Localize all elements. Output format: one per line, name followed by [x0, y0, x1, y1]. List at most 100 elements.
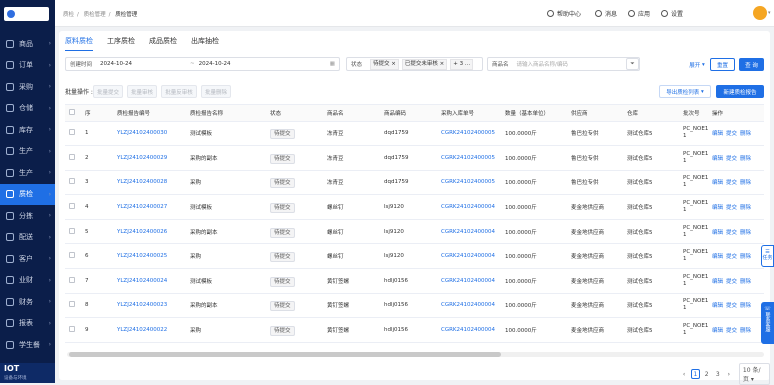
report-code-link[interactable]: YLZJ24102400027 — [113, 194, 186, 220]
sidebar-item[interactable]: 采购 › — [0, 76, 55, 98]
status-tag[interactable]: 已提交未审核 × — [401, 58, 448, 70]
batch-submit-button[interactable]: 批量提交 — [93, 85, 123, 98]
product-search-input[interactable]: 请输入商品名称/编码 — [517, 60, 568, 68]
submit-button[interactable]: 提交 — [726, 303, 737, 309]
edit-button[interactable]: 编辑 — [712, 156, 723, 162]
create-report-button[interactable]: 新建质检报告 — [716, 85, 764, 98]
page-button[interactable]: 2 — [703, 369, 711, 379]
purchase-order-link[interactable]: CGRK24102400004 — [437, 194, 501, 220]
row-checkbox[interactable] — [69, 203, 75, 210]
scrollbar-thumb[interactable] — [69, 352, 501, 357]
delete-button[interactable]: 删除 — [740, 303, 751, 309]
edit-button[interactable]: 编辑 — [712, 279, 723, 285]
sidebar-item[interactable]: 学生餐 › — [0, 334, 55, 356]
batch-reverse-button[interactable]: 批量反审核 — [161, 85, 197, 98]
sidebar-item[interactable]: 商品 › — [0, 33, 55, 55]
messages-button[interactable]: 消息 — [595, 9, 617, 18]
sidebar-item[interactable]: 订单 › — [0, 55, 55, 77]
submit-button[interactable]: 提交 — [726, 131, 737, 137]
export-button[interactable]: 导出质检列表 ▾ — [659, 85, 711, 98]
sidebar-item[interactable]: 质检 › — [0, 183, 55, 205]
sidebar-footer[interactable]: IOT 设备与环境 — [0, 363, 55, 383]
apps-button[interactable]: 应用 — [628, 9, 650, 18]
row-checkbox[interactable] — [69, 178, 75, 185]
status-tag[interactable]: 待提交 × — [370, 58, 399, 70]
status-filter[interactable]: 状态 待提交 × 已提交未审核 × + 3 ... — [346, 57, 483, 71]
purchase-order-link[interactable]: CGRK24102400004 — [437, 243, 501, 270]
settings-button[interactable]: 设置 — [661, 9, 683, 18]
row-checkbox-cell[interactable] — [65, 293, 81, 319]
report-code-link[interactable]: YLZJ24102400029 — [113, 145, 186, 171]
delete-button[interactable]: 删除 — [740, 328, 751, 334]
search-button[interactable]: 查 询 — [739, 58, 764, 71]
batch-delete-button[interactable]: 批量删除 — [201, 85, 231, 98]
delete-button[interactable]: 删除 — [740, 254, 751, 260]
horizontal-scrollbar[interactable] — [67, 352, 764, 357]
date-end[interactable]: 2024-10-24 — [199, 61, 231, 67]
row-checkbox-cell[interactable] — [65, 268, 81, 294]
breadcrumb-item[interactable]: 质检管理 — [84, 12, 106, 18]
edit-button[interactable]: 编辑 — [712, 205, 723, 211]
row-checkbox[interactable] — [69, 252, 75, 259]
delete-button[interactable]: 删除 — [740, 156, 751, 162]
submit-button[interactable]: 提交 — [726, 230, 737, 236]
report-code-link[interactable]: YLZJ24102400025 — [113, 243, 186, 270]
row-checkbox-cell[interactable] — [65, 145, 81, 171]
chevron-down-icon[interactable]: ▾ — [768, 10, 771, 16]
report-code-link[interactable]: YLZJ24102400022 — [113, 317, 186, 343]
delete-button[interactable]: 删除 — [740, 205, 751, 211]
purchase-order-link[interactable]: CGRK24102400005 — [437, 121, 501, 147]
sidebar-item[interactable]: 分拣 › — [0, 205, 55, 227]
submit-button[interactable]: 提交 — [726, 205, 737, 211]
purchase-order-link[interactable]: CGRK24102400004 — [437, 219, 501, 245]
report-code-link[interactable]: YLZJ24102400023 — [113, 293, 186, 319]
purchase-order-link[interactable]: CGRK24102400004 — [437, 317, 501, 343]
tab-outbound[interactable]: 出库抽检 — [191, 36, 219, 51]
purchase-order-link[interactable]: CGRK24102400005 — [437, 145, 501, 171]
tab-raw-material[interactable]: 原料质检 — [65, 36, 93, 51]
edit-button[interactable]: 编辑 — [712, 303, 723, 309]
tab-process[interactable]: 工序质检 — [107, 36, 135, 51]
customer-service-float-button[interactable]: ☏ 联系客服 — [761, 302, 774, 344]
report-code-link[interactable]: YLZJ24102400028 — [113, 170, 186, 196]
row-checkbox[interactable] — [69, 276, 75, 283]
row-checkbox[interactable] — [69, 301, 75, 308]
purchase-order-link[interactable]: CGRK24102400004 — [437, 268, 501, 294]
page-button[interactable]: 1 — [691, 369, 700, 379]
sidebar-item[interactable]: 生产 › — [0, 162, 55, 184]
help-center-button[interactable]: 帮助中心 — [547, 9, 581, 18]
submit-button[interactable]: 提交 — [726, 156, 737, 162]
edit-button[interactable]: 编辑 — [712, 230, 723, 236]
product-filter[interactable]: 商品名 请输入商品名称/编码 — [487, 57, 640, 71]
report-code-link[interactable]: YLZJ24102400030 — [113, 121, 186, 147]
prev-page-button[interactable]: ‹ — [680, 369, 688, 379]
row-checkbox-cell[interactable] — [65, 194, 81, 220]
filter-icon[interactable]: ⏷ — [626, 58, 639, 70]
edit-button[interactable]: 编辑 — [712, 328, 723, 334]
purchase-order-link[interactable]: CGRK24102400004 — [437, 293, 501, 319]
avatar[interactable] — [753, 6, 767, 20]
sidebar-item[interactable]: 生产 › — [0, 141, 55, 163]
submit-button[interactable]: 提交 — [726, 254, 737, 260]
batch-approve-button[interactable]: 批量审核 — [127, 85, 157, 98]
sidebar-item[interactable]: 财务 › — [0, 291, 55, 313]
row-checkbox[interactable] — [69, 153, 75, 160]
next-page-button[interactable]: › — [725, 369, 733, 379]
row-checkbox[interactable] — [69, 326, 75, 333]
reset-button[interactable]: 重置 — [710, 58, 735, 71]
report-code-link[interactable]: YLZJ24102400024 — [113, 268, 186, 294]
delete-button[interactable]: 删除 — [740, 131, 751, 137]
status-more[interactable]: + 3 ... — [450, 58, 474, 70]
edit-button[interactable]: 编辑 — [712, 254, 723, 260]
sidebar-item[interactable]: 业财 › — [0, 270, 55, 292]
sidebar-item[interactable]: 配送 › — [0, 227, 55, 249]
task-float-button[interactable]: ☰ 任务 — [761, 245, 774, 267]
sidebar-item[interactable]: 报表 › — [0, 313, 55, 335]
sidebar-item[interactable]: 库存 › — [0, 119, 55, 141]
tab-finished[interactable]: 成品质检 — [149, 36, 177, 51]
delete-button[interactable]: 删除 — [740, 279, 751, 285]
page-button[interactable]: 3 — [714, 369, 722, 379]
purchase-order-link[interactable]: CGRK24102400005 — [437, 170, 501, 196]
report-code-link[interactable]: YLZJ24102400026 — [113, 219, 186, 245]
row-checkbox[interactable] — [69, 129, 75, 136]
